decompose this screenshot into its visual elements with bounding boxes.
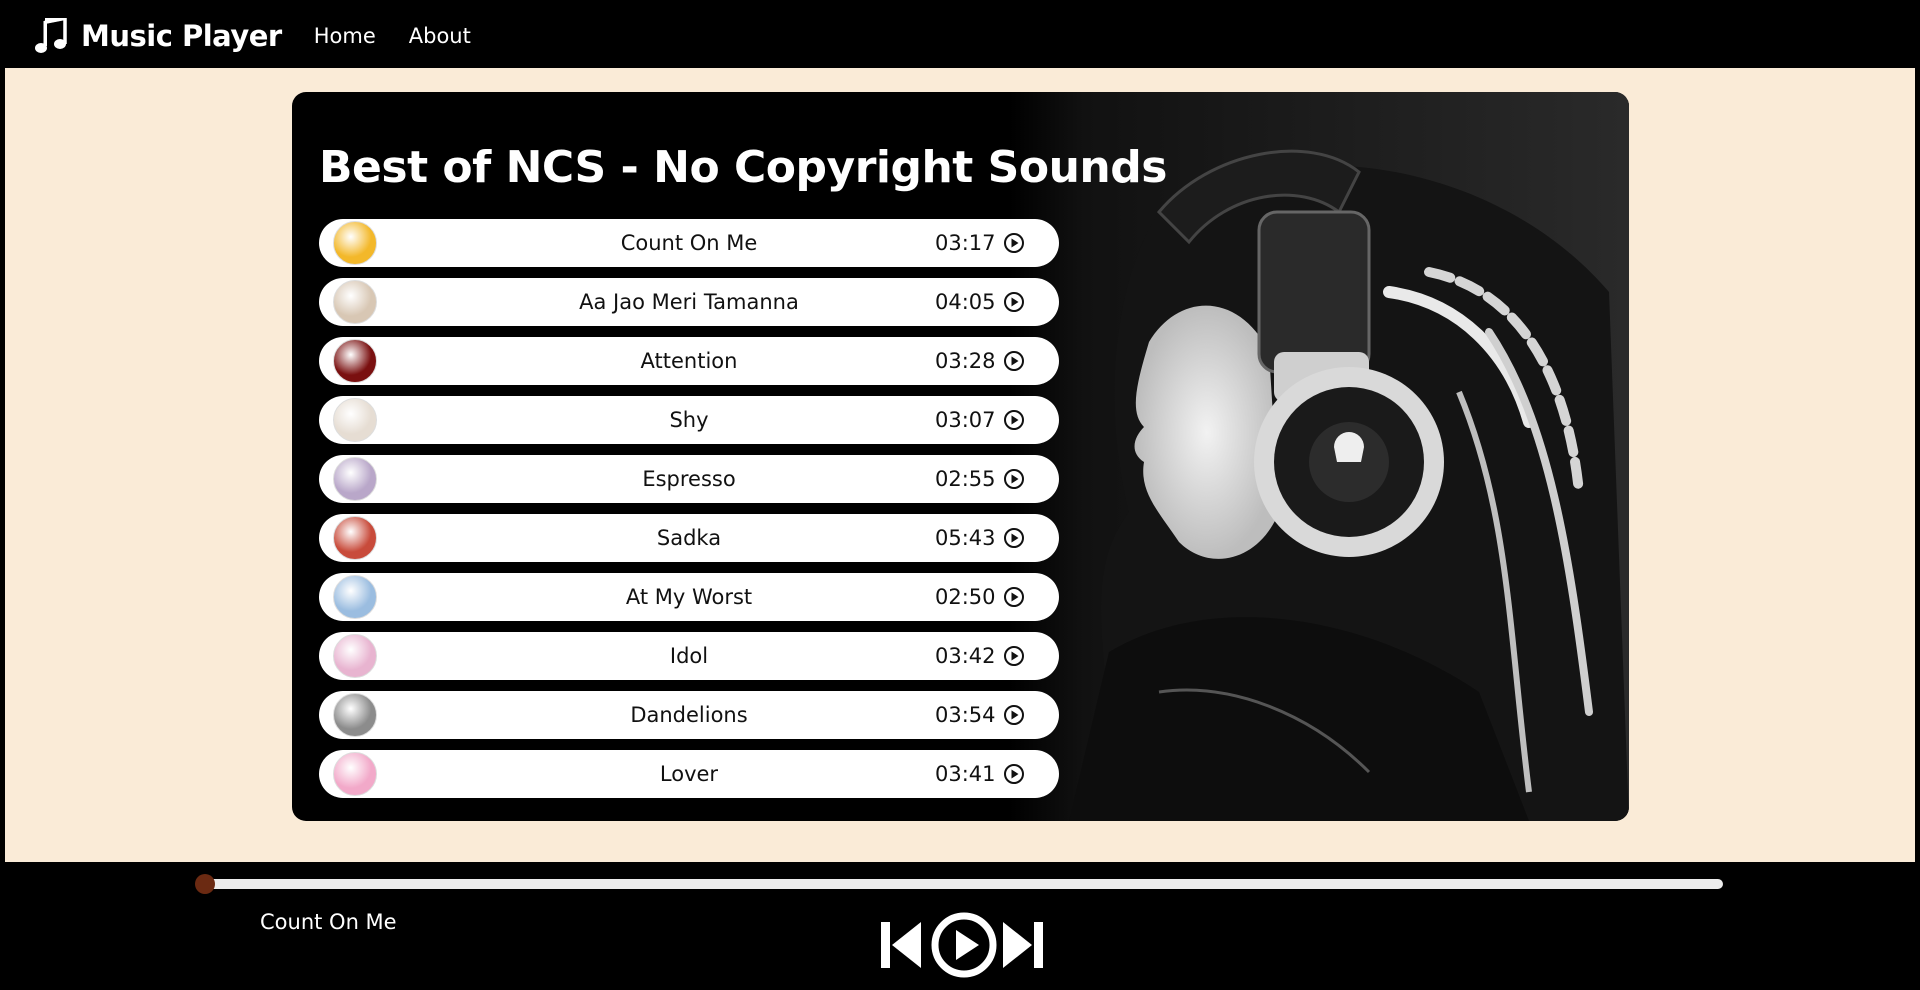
skip-forward-icon[interactable]: [1001, 916, 1045, 974]
song-duration: 03:54: [935, 703, 996, 727]
song-list: Count On Me 03:17 Aa Jao Meri Tamanna 04…: [319, 219, 1059, 809]
play-circle-icon[interactable]: [1003, 704, 1025, 726]
playlist-card: Best of NCS - No Copyright Sounds Count …: [292, 92, 1629, 821]
app-window: Music Player Home About Best of NCS - No…: [5, 3, 1915, 987]
song-duration: 02:50: [935, 585, 996, 609]
song-item[interactable]: Attention 03:28: [319, 337, 1059, 385]
playback-controls: [879, 910, 1045, 980]
song-item[interactable]: Shy 03:07: [319, 396, 1059, 444]
play-circle-icon[interactable]: [1003, 468, 1025, 490]
play-circle-icon[interactable]: [1003, 409, 1025, 431]
nav-about-link[interactable]: About: [409, 24, 471, 48]
song-duration: 03:07: [935, 408, 996, 432]
play-circle-icon[interactable]: [1003, 763, 1025, 785]
song-item[interactable]: Lover 03:41: [319, 750, 1059, 798]
playlist-cover-image: [1009, 92, 1629, 821]
now-playing-title: Count On Me: [260, 910, 397, 934]
song-item[interactable]: Espresso 02:55: [319, 455, 1059, 503]
music-note-icon: [35, 17, 67, 53]
play-circle-icon[interactable]: [929, 910, 999, 980]
nav-home-link[interactable]: Home: [314, 24, 376, 48]
song-duration: 03:28: [935, 349, 996, 373]
song-duration: 04:05: [935, 290, 996, 314]
brand-title: Music Player: [81, 18, 282, 53]
song-item[interactable]: Sadka 05:43: [319, 514, 1059, 562]
skip-back-icon[interactable]: [879, 916, 923, 974]
song-item[interactable]: Idol 03:42: [319, 632, 1059, 680]
navbar: Music Player Home About: [5, 3, 1915, 68]
song-duration: 03:41: [935, 762, 996, 786]
song-duration: 05:43: [935, 526, 996, 550]
play-circle-icon[interactable]: [1003, 527, 1025, 549]
play-circle-icon[interactable]: [1003, 291, 1025, 313]
song-item[interactable]: Count On Me 03:17: [319, 219, 1059, 267]
player-bar: Count On Me: [5, 862, 1915, 987]
song-duration: 03:17: [935, 231, 996, 255]
brand[interactable]: Music Player: [35, 17, 282, 54]
play-circle-icon[interactable]: [1003, 645, 1025, 667]
play-circle-icon[interactable]: [1003, 350, 1025, 372]
play-circle-icon[interactable]: [1003, 586, 1025, 608]
song-item[interactable]: Aa Jao Meri Tamanna 04:05: [319, 278, 1059, 326]
song-duration: 03:42: [935, 644, 996, 668]
song-duration: 02:55: [935, 467, 996, 491]
play-circle-icon[interactable]: [1003, 232, 1025, 254]
playlist-title: Best of NCS - No Copyright Sounds: [319, 142, 1167, 193]
progress-bar[interactable]: [205, 879, 1723, 889]
song-item[interactable]: At My Worst 02:50: [319, 573, 1059, 621]
progress-handle[interactable]: [195, 874, 215, 894]
song-item[interactable]: Dandelions 03:54: [319, 691, 1059, 739]
